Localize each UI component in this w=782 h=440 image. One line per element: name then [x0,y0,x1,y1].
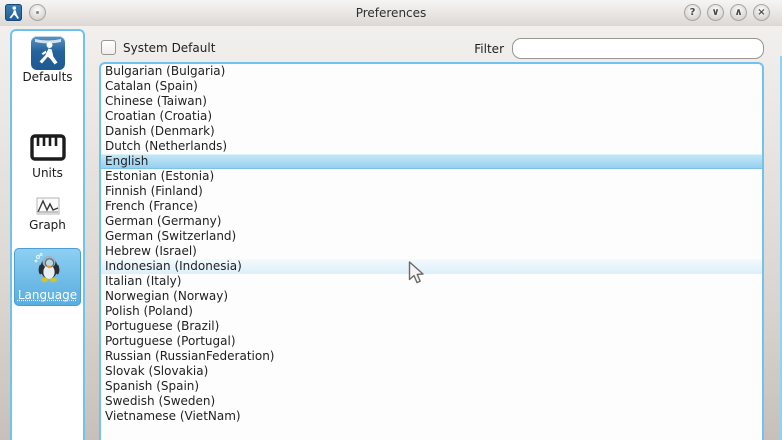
language-row[interactable]: Polish (Poland) [101,304,762,319]
language-row[interactable]: Estonian (Estonia) [101,169,762,184]
language-row[interactable]: Italian (Italy) [101,274,762,289]
language-row[interactable]: Slovak (Slovakia) [101,364,762,379]
language-list: Bulgarian (Bulgaria)Catalan (Spain)Chine… [99,62,764,440]
system-default-label: System Default [123,41,215,55]
language-row[interactable]: Bulgarian (Bulgaria) [101,64,762,79]
sidebar-item-label: Language [14,288,81,302]
language-row[interactable]: English [101,154,762,169]
help-button[interactable]: ? [684,4,701,21]
language-row[interactable]: Indonesian (Indonesia) [101,259,762,274]
titlebar: Preferences ? ∨ ∧ × [0,0,782,26]
ruler-icon [29,133,67,163]
sidebar-item-label: Graph [14,218,81,232]
language-row[interactable]: Swedish (Sweden) [101,394,762,409]
language-row[interactable]: Danish (Denmark) [101,124,762,139]
penguin-icon [31,251,65,285]
mouse-cursor [408,261,425,284]
sidebar-item-language[interactable]: Language [14,248,81,306]
hiker-icon [31,36,65,70]
filter-input[interactable] [512,38,764,59]
unshade-button[interactable]: ∧ [730,4,747,21]
list-header: System Default Filter [99,38,764,62]
language-row[interactable]: Hebrew (Israel) [101,244,762,259]
system-default-checkbox[interactable] [101,40,116,55]
close-button[interactable]: × [753,4,770,21]
language-row[interactable]: Norwegian (Norway) [101,289,762,304]
language-row[interactable]: Croatian (Croatia) [101,109,762,124]
language-row[interactable]: Vietnamese (VietNam) [101,409,762,424]
shade-button[interactable]: ∨ [707,4,724,21]
language-row[interactable]: Finnish (Finland) [101,184,762,199]
sidebar-item-graph[interactable]: Graph [14,197,81,232]
sidebar-item-defaults[interactable]: Defaults [14,36,81,84]
sidebar-item-label: Defaults [14,70,81,84]
language-row[interactable]: Dutch (Netherlands) [101,139,762,154]
language-row[interactable]: German (Germany) [101,214,762,229]
language-row[interactable]: Russian (RussianFederation) [101,349,762,364]
language-row[interactable]: Portuguese (Brazil) [101,319,762,334]
language-row[interactable]: Spanish (Spain) [101,379,762,394]
language-row[interactable]: Chinese (Taiwan) [101,94,762,109]
window-title: Preferences [0,0,782,26]
language-row[interactable]: Portuguese (Portugal) [101,334,762,349]
language-row[interactable]: Catalan (Spain) [101,79,762,94]
graph-icon [36,197,60,215]
sidebar-item-label: Units [14,166,81,180]
language-row[interactable]: German (Switzerland) [101,229,762,244]
preferences-sidebar: Defaults Units Graph [10,29,85,440]
filter-label: Filter [474,42,504,56]
sidebar-item-units[interactable]: Units [14,133,81,180]
system-default-option[interactable]: System Default [101,40,215,55]
language-row[interactable]: French (France) [101,199,762,214]
